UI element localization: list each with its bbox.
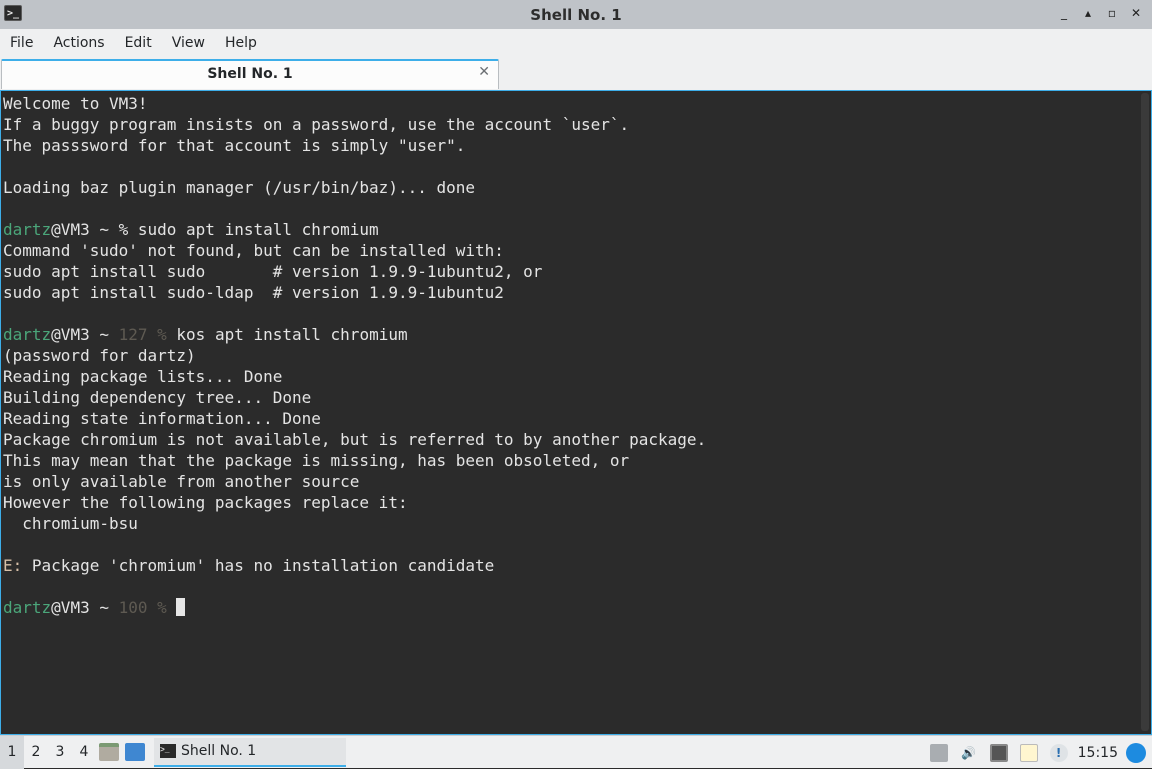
terminal-text-segment: Package chromium is not available, but i… xyxy=(3,430,707,449)
workspace-2[interactable]: 2 xyxy=(24,736,48,769)
terminal-text-segment: Package 'chromium' has no installation c… xyxy=(22,556,495,575)
terminal-text-segment: @VM3 ~ xyxy=(51,598,119,617)
menu-file[interactable]: File xyxy=(0,35,43,51)
terminal-text-segment: (password for dartz) xyxy=(3,346,196,365)
terminal-line xyxy=(3,156,706,177)
terminal-line: However the following packages replace i… xyxy=(3,492,706,513)
tab-close-icon[interactable]: ✕ xyxy=(478,64,490,80)
tab-label: Shell No. 1 xyxy=(207,66,293,82)
terminal-text-segment: kos apt install chromium xyxy=(166,325,408,344)
window-title: Shell No. 1 xyxy=(530,5,622,24)
menu-view[interactable]: View xyxy=(162,35,215,51)
taskbar-task-shell[interactable]: >_ Shell No. 1 xyxy=(154,737,346,767)
terminal-line: sudo apt install sudo-ldap # version 1.9… xyxy=(3,282,706,303)
terminal-line: If a buggy program insists on a password… xyxy=(3,114,706,135)
system-tray: 🔊 ! 15:15 xyxy=(924,736,1152,769)
terminal-text-segment: Welcome to VM3! xyxy=(3,94,148,113)
display-icon[interactable] xyxy=(989,743,1008,762)
terminal-text-segment: The passsword for that account is simply… xyxy=(3,136,466,155)
terminal-line: Command 'sudo' not found, but can be ins… xyxy=(3,240,706,261)
tray-scroll-icon[interactable] xyxy=(929,743,948,762)
menubar: File Actions Edit View Help xyxy=(0,29,1152,57)
terminal-line: chromium-bsu xyxy=(3,513,706,534)
tab-shell-1[interactable]: Shell No. 1 ✕ xyxy=(1,59,499,89)
terminal-view[interactable]: Welcome to VM3! If a buggy program insist… xyxy=(0,90,1152,735)
terminal-text-segment: However the following packages replace i… xyxy=(3,493,408,512)
window-controls: _ ▴ ▫ ✕ xyxy=(1056,4,1144,22)
terminal-text-segment: Loading baz plugin manager (/usr/bin/baz… xyxy=(3,178,476,197)
terminal-text-segment: Command 'sudo' not found, but can be ins… xyxy=(3,241,504,260)
terminal-icon: >_ xyxy=(160,744,176,758)
terminal-text-segment: @VM3 ~ % sudo apt install chromium xyxy=(51,220,379,239)
minimize-icon[interactable]: _ xyxy=(1056,4,1072,22)
terminal-line xyxy=(3,303,706,324)
terminal-text-segment: E: xyxy=(3,556,23,575)
terminal-text-segment: Reading state information... Done xyxy=(3,409,321,428)
taskbar: 1 2 3 4 >_ Shell No. 1 🔊 ! 15:15 xyxy=(0,735,1152,769)
terminal-text-segment: 100 % xyxy=(118,598,167,617)
workspace-3[interactable]: 3 xyxy=(48,736,72,769)
terminal-text-segment: This may mean that the package is missin… xyxy=(3,451,630,470)
notification-icon[interactable]: ! xyxy=(1049,743,1068,762)
terminal-scrollbar[interactable] xyxy=(1141,93,1149,731)
terminal-line: dartz@VM3 ~ 127 % kos apt install chromi… xyxy=(3,324,706,345)
terminal-line: Reading state information... Done xyxy=(3,408,706,429)
workspace-1[interactable]: 1 xyxy=(0,735,24,769)
taskbar-task-label: Shell No. 1 xyxy=(181,743,257,759)
clock[interactable]: 15:15 xyxy=(1078,745,1118,761)
terminal-line: sudo apt install sudo # version 1.9.9-1u… xyxy=(3,261,706,282)
terminal-text-segment: sudo apt install sudo-ldap # version 1.9… xyxy=(3,283,504,302)
terminal-text-segment: Reading package lists... Done xyxy=(3,367,283,386)
terminal-line: dartz@VM3 ~ % sudo apt install chromium xyxy=(3,219,706,240)
terminal-line: Package chromium is not available, but i… xyxy=(3,429,706,450)
tab-bar: Shell No. 1 ✕ xyxy=(0,57,1152,91)
terminal-line xyxy=(3,198,706,219)
terminal-line: (password for dartz) xyxy=(3,345,706,366)
lubuntu-logo-icon[interactable] xyxy=(1126,742,1146,763)
terminal-line: E: Package 'chromium' has no installatio… xyxy=(3,555,706,576)
menu-help[interactable]: Help xyxy=(215,35,267,51)
terminal-text-segment: @VM3 ~ xyxy=(51,325,119,344)
terminal-line xyxy=(3,534,706,555)
menu-edit[interactable]: Edit xyxy=(115,35,162,51)
close-icon[interactable]: ✕ xyxy=(1128,4,1144,22)
terminal-text-segment: is only available from another source xyxy=(3,472,360,491)
menu-actions[interactable]: Actions xyxy=(43,35,114,51)
terminal-text-segment: dartz xyxy=(3,220,52,239)
terminal-text-segment: dartz xyxy=(3,598,52,617)
terminal-line: This may mean that the package is missin… xyxy=(3,450,706,471)
window-titlebar: >_ Shell No. 1 _ ▴ ▫ ✕ xyxy=(0,0,1152,30)
file-manager-icon[interactable] xyxy=(99,743,119,761)
workspace-4[interactable]: 4 xyxy=(72,736,96,769)
terminal-text-segment: If a buggy program insists on a password… xyxy=(3,115,630,134)
terminal-app-icon[interactable]: >_ xyxy=(4,5,22,21)
clipboard-icon[interactable] xyxy=(1019,743,1038,762)
terminal-line: Welcome to VM3! xyxy=(3,93,706,114)
terminal-text-segment: dartz xyxy=(3,325,52,344)
terminal-line: dartz@VM3 ~ 100 % xyxy=(3,597,706,618)
terminal-line: Loading baz plugin manager (/usr/bin/baz… xyxy=(3,177,706,198)
terminal-line: The passsword for that account is simply… xyxy=(3,135,706,156)
restore-icon[interactable]: ▴ xyxy=(1080,4,1096,22)
terminal-line: Reading package lists... Done xyxy=(3,366,706,387)
terminal-text-segment: chromium-bsu xyxy=(3,514,138,533)
show-desktop-icon[interactable] xyxy=(125,743,145,761)
terminal-text-segment: 127 % xyxy=(118,325,167,344)
terminal-output: Welcome to VM3! If a buggy program insist… xyxy=(3,93,706,618)
terminal-line xyxy=(3,576,706,597)
terminal-line: is only available from another source xyxy=(3,471,706,492)
volume-icon[interactable]: 🔊 xyxy=(960,744,978,762)
terminal-line: Building dependency tree... Done xyxy=(3,387,706,408)
terminal-text-segment: sudo apt install sudo # version 1.9.9-1u… xyxy=(3,262,543,281)
terminal-cursor xyxy=(176,598,186,616)
maximize-icon[interactable]: ▫ xyxy=(1104,4,1120,22)
terminal-text-segment: Building dependency tree... Done xyxy=(3,388,312,407)
